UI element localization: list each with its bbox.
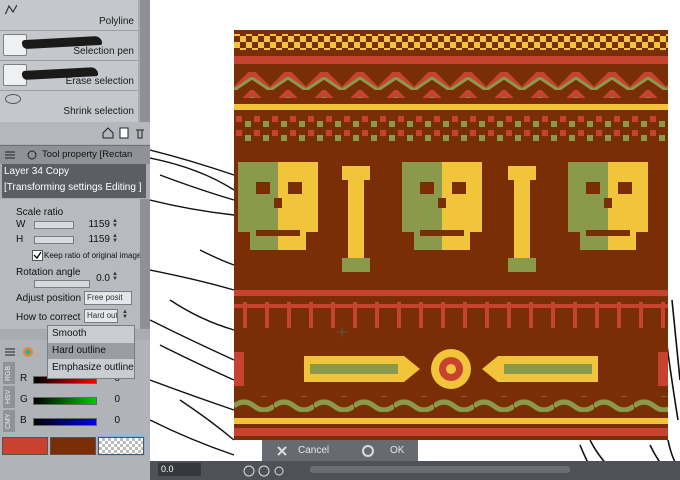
tool-item-erase-selection[interactable]: Erase selection xyxy=(0,60,138,91)
menu-item-emphasize-outline[interactable]: Emphasize outline xyxy=(48,360,134,376)
tool-property-body: Scale ratio W 1159 ▲ ▼ H 1159 ▲ ▼ Keep rat… xyxy=(0,199,150,329)
panel-menu-icon[interactable] xyxy=(4,346,16,358)
adjust-position-label: Adjust position xyxy=(16,293,82,304)
sub-color-swatch[interactable] xyxy=(50,437,96,455)
wave-band xyxy=(234,396,668,412)
width-value[interactable]: 1159 xyxy=(80,219,110,230)
how-to-correct-spinner[interactable]: ▲ ▼ xyxy=(122,309,128,320)
ok-label: OK xyxy=(390,445,405,456)
panel-menu-icon[interactable] xyxy=(4,149,16,161)
pattern-artwork xyxy=(234,30,668,440)
width-label: W xyxy=(16,219,26,230)
tool-label-selection-pen: Selection pen xyxy=(73,46,134,57)
trash-icon[interactable] xyxy=(134,127,146,139)
horizontal-scrollbar[interactable] xyxy=(310,466,570,473)
blue-slider[interactable] xyxy=(33,418,97,426)
status-bar: 0.0 xyxy=(150,461,680,480)
height-slider[interactable] xyxy=(34,236,74,244)
tab-rgb[interactable]: RGB xyxy=(3,362,15,384)
height-label: H xyxy=(16,234,24,245)
tab-cmy[interactable]: CMY xyxy=(3,410,15,432)
rotation-value[interactable]: 0.0 xyxy=(84,273,110,284)
tool-label-erase-selection: Erase selection xyxy=(65,76,134,87)
tool-property-header: Tool property [Rectan xyxy=(0,145,150,164)
green-slider[interactable] xyxy=(33,397,97,405)
blue-value[interactable]: 0 xyxy=(100,415,120,426)
tool-property-scrollbar[interactable] xyxy=(140,199,150,329)
scale-ratio-label: Scale ratio xyxy=(16,207,64,218)
transform-mode-text: [Transforming settings Editing ] xyxy=(4,182,142,193)
new-page-icon[interactable] xyxy=(118,127,130,139)
checker-band xyxy=(234,34,668,50)
polyline-icon xyxy=(4,4,17,14)
tool-property-title: Tool property [Rectan xyxy=(42,149,133,160)
tool-list-toolbar xyxy=(0,122,150,144)
tab-hsv[interactable]: HSV xyxy=(3,386,15,408)
color-wheel-icon[interactable] xyxy=(22,346,34,358)
height-spinner[interactable]: ▲ ▼ xyxy=(112,233,118,244)
tool-item-polyline[interactable]: Polyline xyxy=(0,0,138,31)
circle-icon xyxy=(362,445,374,457)
tool-item-selection-pen[interactable]: Selection pen xyxy=(0,30,138,61)
menu-item-hard-outline[interactable]: Hard outline xyxy=(48,343,134,359)
sub-tool-list: Polyline Selection pen Erase selection S… xyxy=(0,0,138,122)
zigzag-band xyxy=(234,72,668,98)
tool-item-shrink-selection[interactable]: Shrink selection xyxy=(0,90,138,120)
width-slider[interactable] xyxy=(34,221,74,229)
red-band xyxy=(234,56,668,64)
green-value[interactable]: 0 xyxy=(100,394,120,405)
red-label: R xyxy=(20,373,28,384)
transform-target-box: Layer 34 Copy [Transforming settings Edi… xyxy=(2,164,146,198)
rotation-slider[interactable] xyxy=(34,280,90,288)
dot-band xyxy=(234,116,668,144)
navigation-icons[interactable] xyxy=(242,464,302,478)
lasso-icon xyxy=(5,94,21,104)
cross-band xyxy=(234,302,668,328)
green-label: G xyxy=(20,394,28,405)
tool-label-polyline: Polyline xyxy=(98,16,134,27)
red-band-3 xyxy=(234,428,668,436)
main-color-swatch[interactable] xyxy=(2,437,48,455)
menu-item-smooth[interactable]: Smooth xyxy=(48,326,134,342)
keep-ratio-checkbox[interactable] xyxy=(32,250,43,261)
ok-button[interactable]: OK xyxy=(356,443,412,459)
how-to-correct-dropdown[interactable]: Hard outl xyxy=(84,309,118,323)
zoom-field[interactable]: 0.0 xyxy=(158,463,201,476)
blue-label: B xyxy=(20,415,27,426)
tool-list-scrollbar[interactable] xyxy=(140,0,150,122)
left-panel: Polyline Selection pen Erase selection S… xyxy=(0,0,150,480)
cancel-button[interactable]: Cancel xyxy=(270,443,334,459)
color-mode-tabs: RGB HSV CMY xyxy=(3,362,15,432)
skull-motif xyxy=(238,162,648,250)
how-to-correct-label: How to correct xyxy=(16,312,81,323)
yellow-band xyxy=(234,104,668,110)
rotation-angle-label: Rotation angle xyxy=(16,267,81,278)
rotation-spinner[interactable]: ▲ ▼ xyxy=(112,271,118,282)
cancel-label: Cancel xyxy=(298,445,330,456)
wrench-icon xyxy=(27,150,37,160)
home-icon[interactable] xyxy=(102,127,114,139)
width-spinner[interactable]: ▲ ▼ xyxy=(112,218,118,229)
height-value[interactable]: 1159 xyxy=(80,234,110,245)
keep-ratio-label: Keep ratio of original image xyxy=(44,251,142,260)
transform-confirm-bar: Cancel OK xyxy=(262,440,418,462)
tool-label-shrink-selection: Shrink selection xyxy=(63,106,134,117)
close-icon xyxy=(277,446,287,456)
red-band-2 xyxy=(234,290,668,296)
transparent-color-swatch[interactable] xyxy=(97,436,145,456)
layer-name: Layer 34 Copy xyxy=(4,166,70,177)
correction-method-menu: Smooth Hard outline Emphasize outline xyxy=(47,325,135,379)
yellow-band-2 xyxy=(234,418,668,424)
check-icon xyxy=(33,251,42,260)
adjust-position-dropdown[interactable]: Free posit xyxy=(84,291,132,305)
